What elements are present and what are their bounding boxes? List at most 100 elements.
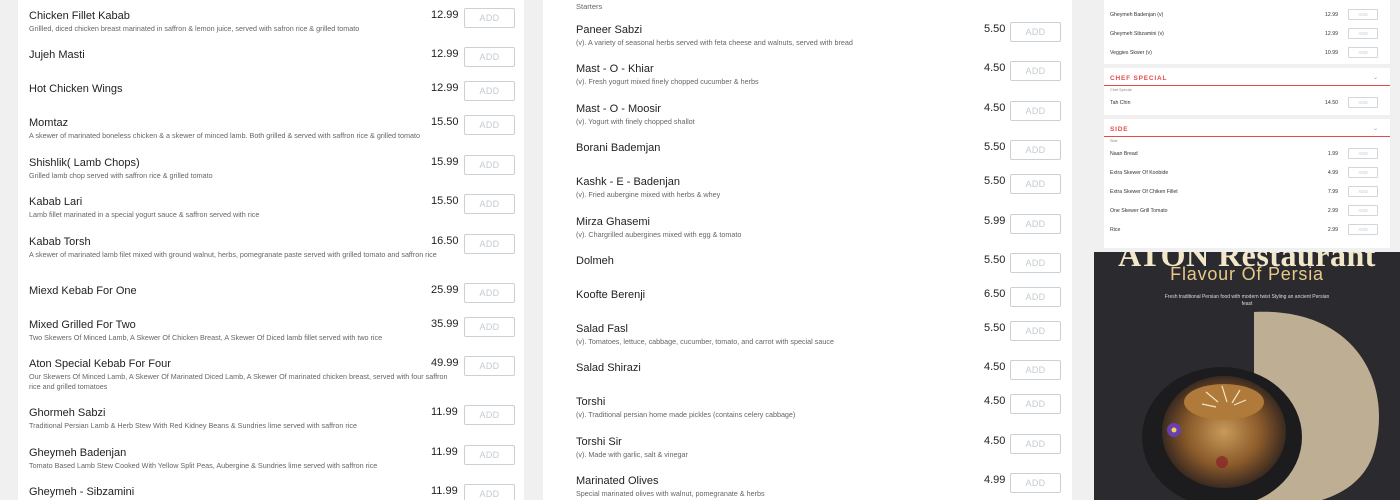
chef-special-title: CHEF SPECIAL	[1110, 75, 1168, 82]
menu-item-price: 4.50	[984, 361, 1006, 373]
menu-item-price: 4.50	[984, 395, 1006, 407]
add-button[interactable]: ADD	[1010, 174, 1061, 194]
menu-item-price: 25.99	[431, 284, 459, 296]
add-button[interactable]: ADD	[1010, 140, 1061, 160]
chevron-down-icon[interactable]: ⌄	[1373, 74, 1378, 81]
preview-item-name: Gheymeh Sibzamini (v)	[1110, 31, 1164, 37]
preview-add-button[interactable]: ADD	[1348, 9, 1378, 20]
promo-background-art	[1142, 311, 1379, 500]
preview-item-name: Rice	[1110, 227, 1121, 233]
menu-item: Torshi (v). Traditional persian home made…	[543, 394, 1072, 420]
menu-item-price: 5.50	[984, 141, 1006, 153]
preview-item-price: 2.99	[1327, 208, 1338, 214]
preview-add-button[interactable]: ADD	[1348, 205, 1378, 216]
preview-add-button[interactable]: ADD	[1348, 224, 1378, 235]
preview-item-price: 12.99	[1325, 12, 1338, 18]
menu-item-price: 49.99	[431, 357, 459, 369]
preview-add-button[interactable]: ADD	[1348, 186, 1378, 197]
add-button[interactable]: ADD	[464, 283, 515, 303]
restaurant-subtitle: Flavour Of Persia	[1170, 264, 1324, 284]
menu-item-description: (v). Yogurt with finely chopped shallot	[576, 117, 695, 126]
preview-item-name: Extra Skewer Of Koobide	[1110, 170, 1169, 176]
side-title: SIDE	[1110, 126, 1129, 133]
preview-item-name: Gheymeh Badenjan (v)	[1110, 12, 1164, 18]
menu-item-price: 11.99	[431, 446, 458, 458]
add-button[interactable]: ADD	[1010, 321, 1061, 341]
preview-add-button[interactable]: ADD	[1348, 167, 1378, 178]
preview-menu-item: Gheymeh Badenjan (v) 12.99 ADD	[1110, 9, 1384, 25]
add-button[interactable]: ADD	[464, 356, 515, 376]
menu-item-description: A skewer of marinated boneless chicken &…	[29, 131, 420, 140]
menu-item: Marinated Olives Special marinated olives…	[543, 473, 1072, 499]
menu-item-price: 11.99	[431, 485, 458, 497]
menu-item-description: Our Skewers Of Minced Lamb, A Skewer Of …	[29, 372, 448, 391]
side-section: SIDE ⌄ Side Naan Bread 1.99 ADD Extra Skewe…	[1104, 119, 1390, 248]
preview-item-price: 12.99	[1325, 31, 1338, 37]
menu-item-price: 15.50	[431, 116, 459, 128]
menu-item-description: (v). Fresh yogurt mixed finely chopped c…	[576, 77, 759, 86]
preview-menu-item: Gheymeh Sibzamini (v) 12.99 ADD	[1110, 28, 1384, 44]
menu-item-description: Tomato Based Lamb Stew Cooked With Yello…	[29, 461, 378, 470]
menu-item-description: Special marinated olives with walnut, po…	[576, 489, 765, 498]
add-button[interactable]: ADD	[464, 81, 515, 101]
preview-menu-item: Veggies Skwer (v) 10.99 ADD	[1110, 47, 1384, 63]
preview-card-top: Gheymeh Badenjan (v) 12.99 ADD Gheymeh Sibz…	[1104, 0, 1390, 64]
preview-add-button[interactable]: ADD	[1348, 28, 1378, 39]
preview-item-name: Tah Chin	[1110, 100, 1131, 106]
add-button[interactable]: ADD	[464, 115, 515, 135]
add-button[interactable]: ADD	[464, 155, 515, 175]
menu-item-description: (v). Made with garlic, salt & vinegar	[576, 450, 688, 459]
menu-panel-mains: Chicken Fillet Kabab Grillled, diced chic…	[18, 0, 524, 500]
add-button[interactable]: ADD	[464, 8, 515, 28]
promo-banner: ATON Restaurant Flavour Of Persia Fresh …	[1094, 252, 1400, 500]
menu-item-price: 16.50	[431, 235, 459, 247]
menu-item-price: 5.50	[984, 175, 1006, 187]
add-button[interactable]: ADD	[1010, 61, 1061, 81]
add-button[interactable]: ADD	[464, 194, 515, 214]
menu-item-description: A skewer of marinated lamb filet mixed w…	[29, 250, 437, 259]
add-button[interactable]: ADD	[464, 317, 515, 337]
menu-item: Shishlik( Lamb Chops) Grilled lamb chop s…	[18, 155, 524, 181]
preview-menu-item: Naan Bread 1.99 ADD	[1110, 148, 1384, 164]
menu-item-price: 4.50	[984, 102, 1006, 114]
add-button[interactable]: ADD	[1010, 22, 1061, 42]
add-button[interactable]: ADD	[464, 405, 515, 425]
preview-item-price: 14.50	[1325, 100, 1338, 106]
add-button[interactable]: ADD	[464, 484, 515, 500]
menu-item: Kashk - E - Badenjan (v). Fried aubergine…	[543, 174, 1072, 200]
preview-add-button[interactable]: ADD	[1348, 47, 1378, 58]
menu-item: Koofte Berenji 6.50 ADD	[543, 287, 1072, 307]
add-button[interactable]: ADD	[1010, 434, 1061, 454]
add-button[interactable]: ADD	[1010, 214, 1061, 234]
add-button[interactable]: ADD	[464, 234, 515, 254]
menu-item: Torshi Sir (v). Made with garlic, salt & …	[543, 434, 1072, 460]
menu-item-description: (v). Chargrilled aubergines mixed with e…	[576, 230, 742, 239]
restaurant-tagline: Fresh traditional Persian food with mode…	[1164, 294, 1330, 307]
chevron-down-icon[interactable]: ⌄	[1373, 125, 1378, 132]
add-button[interactable]: ADD	[1010, 360, 1061, 380]
add-button[interactable]: ADD	[1010, 253, 1061, 273]
preview-item-price: 4.99	[1327, 170, 1338, 176]
menu-item: Kabab Lari Lamb fillet marinated in a spe…	[18, 194, 524, 220]
menu-item: Hot Chicken Wings 12.99 ADD	[18, 81, 524, 101]
menu-item: Kabab Torsh A skewer of marinated lamb fi…	[18, 234, 524, 260]
category-label: Starters	[576, 2, 603, 11]
menu-panel-starters: Starters Paneer Sabzi (v). A variety of s…	[543, 0, 1072, 500]
menu-item-price: 5.99	[984, 215, 1006, 227]
add-button[interactable]: ADD	[1010, 394, 1061, 414]
menu-item-price: 15.50	[431, 195, 459, 207]
preview-item-name: Veggies Skwer (v)	[1110, 50, 1152, 56]
menu-item: Jujeh Masti 12.99 ADD	[18, 47, 524, 67]
menu-item-price: 35.99	[431, 318, 459, 330]
add-button[interactable]: ADD	[464, 47, 515, 67]
menu-item-description: (v). A variety of seasonal herbs served …	[576, 38, 853, 47]
menu-item: Gheymeh - Sibzamini 11.99 ADD	[18, 484, 524, 500]
menu-item-description: (v). Traditional persian home made pickl…	[576, 410, 796, 419]
menu-item-price: 12.99	[431, 9, 459, 21]
add-button[interactable]: ADD	[464, 445, 515, 465]
preview-add-button[interactable]: ADD	[1348, 97, 1378, 108]
preview-add-button[interactable]: ADD	[1348, 148, 1378, 159]
add-button[interactable]: ADD	[1010, 473, 1061, 493]
add-button[interactable]: ADD	[1010, 101, 1061, 121]
add-button[interactable]: ADD	[1010, 287, 1061, 307]
